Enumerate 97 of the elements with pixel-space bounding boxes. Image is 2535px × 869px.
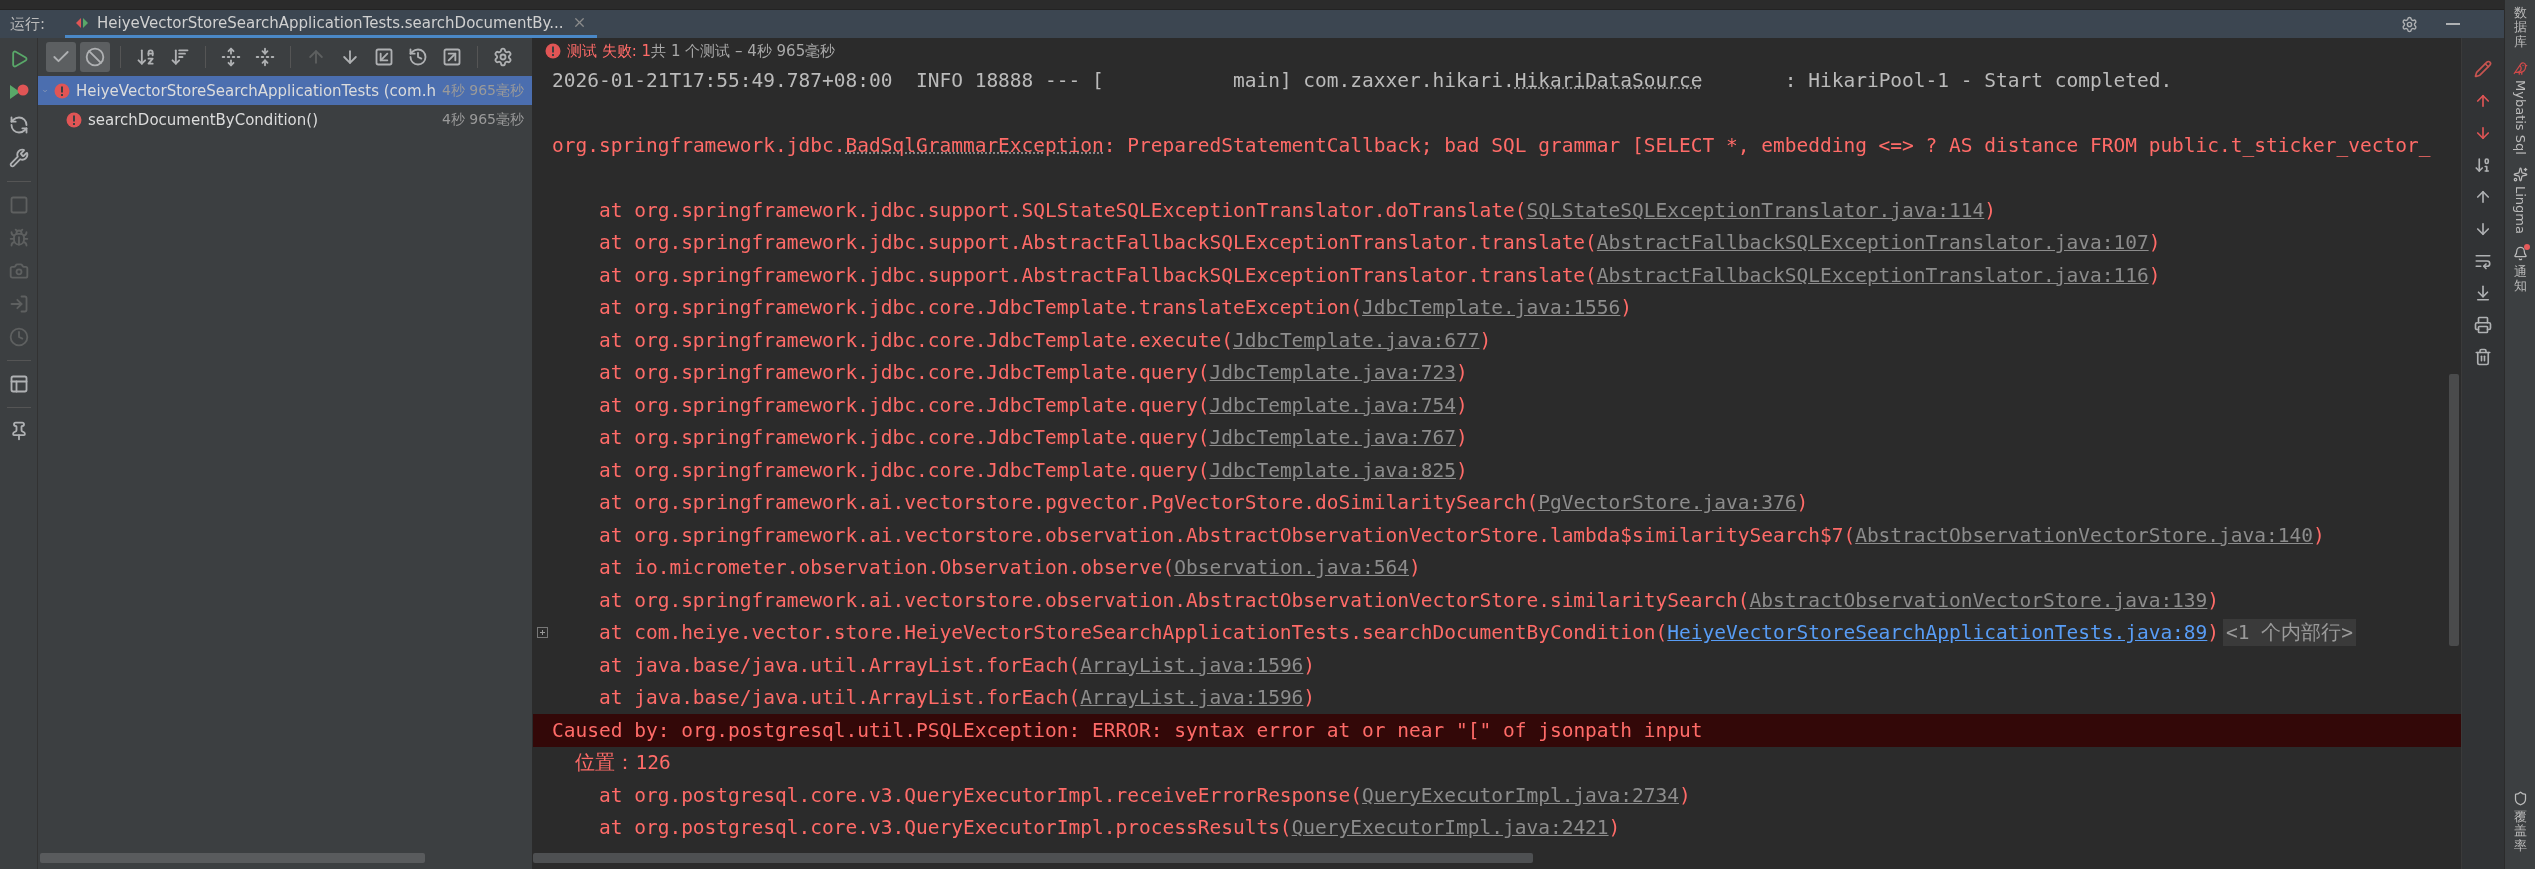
stack-frame: at org.postgresql.core.v3.QueryExecutorImpl.processResults(QueryExecutorImpl.java:2421) [598,816,1621,840]
horizontal-scrollbar[interactable] [533,853,1533,863]
tool-window-button[interactable]: 数据库 [2513,0,2527,55]
stop-icon [8,195,29,215]
arrow-down-icon [340,47,360,67]
sort-icon [170,47,190,67]
stack-frame: at org.springframework.ai.vectorstore.observation.AbstractObservationVectorStore.lambda$similaritySearch$7(AbstractObservationVectorStore.java:140) [598,523,2325,547]
test-summary: 共 1 个测试 – 4秒 965毫秒 [651,41,836,61]
expand-icon[interactable] [537,627,548,639]
wrap-icon [2474,252,2492,270]
settings-icon [2401,15,2418,33]
tool-window-button[interactable]: 覆盖率 [2512,785,2528,859]
shield-icon [2512,791,2528,807]
history-icon [408,47,428,67]
layout-icon [8,374,29,394]
printer-icon [2474,316,2492,334]
bell-icon [2512,245,2528,261]
source-link[interactable]: QueryExecutorImpl.java:2734 [1362,783,1680,807]
minimize-icon [2446,23,2460,25]
trash-icon [2474,348,2492,366]
error-position: 位置：126 [575,750,671,777]
stack-frame: at org.springframework.jdbc.core.JdbcTemplate.query(JdbcTemplate.java:754) [598,393,1468,417]
camera-icon [8,261,29,281]
source-link[interactable]: JdbcTemplate.java:1556 [1362,296,1621,320]
tool-window-button[interactable]: 通知 [2512,239,2528,300]
ban-icon [85,47,105,67]
stack-frame: at org.springframework.ai.vectorstore.pgvector.PgVectorStore.doSimilaritySearch(PgVectorStore.java:376) [598,491,1809,515]
sort-alpha-icon [136,47,156,67]
stack-frame: at org.springframework.jdbc.support.SQLStateSQLExceptionTranslator.doTranslate(SQLStateSQLExceptionTranslator.java:114) [598,198,1997,222]
stack-frame: at org.springframework.ai.vectorstore.observation.AbstractObservationVectorStore.similaritySearch(AbstractObservationVectorStore.java:139) [598,588,2220,612]
stack-frame: at org.springframework.jdbc.core.JdbcTemplate.translateException(JdbcTemplate.java:1556) [598,296,1633,320]
stack-frame: at org.springframework.jdbc.core.JdbcTemplate.query(JdbcTemplate.java:825) [598,458,1468,482]
settings-icon [493,47,513,67]
error-icon [54,82,71,99]
error-icon [545,43,561,59]
vertical-scrollbar[interactable] [2449,374,2459,646]
arrow-down-icon [2474,124,2492,142]
source-link[interactable]: AbstractObservationVectorStore.java:140 [1855,523,2313,547]
caused-by-message: Caused by: org.postgresql.util.PSQLException: ERROR: syntax error at or near "[" of jsonpath input [552,718,1703,742]
stack-frame: at com.heiye.vector.store.HeiyeVectorStoreSearchApplicationTests.searchDocumentByCondition(HeiyeVectorStoreSearchApplicationTests.java:89) [598,621,2220,645]
collapsed-lines-note[interactable]: <1 个内部行> [2223,619,2357,647]
source-link[interactable]: JdbcTemplate.java:677 [1232,328,1480,352]
tool-window-button[interactable]: Lingma [2512,160,2528,240]
arrow-down-icon [2474,220,2492,238]
refresh-icon [8,115,29,135]
test-duration: 4秒 965毫秒 [441,81,524,100]
wrench-icon [8,148,29,168]
play-badge-icon [7,82,30,102]
test-run-icon [75,15,90,30]
source-link[interactable]: AbstractFallbackSQLExceptionTranslator.java:116 [1596,263,2149,287]
expand-icon [221,47,241,67]
source-link[interactable]: ArrayList.java:1596 [1080,653,1304,677]
collapse-icon [255,47,275,67]
sort-icon [2474,156,2492,174]
source-link[interactable]: JdbcTemplate.java:767 [1209,426,1456,450]
pencil-icon [2474,60,2492,78]
stack-frame: at org.springframework.jdbc.support.AbstractFallbackSQLExceptionTranslator.translate(AbstractFallbackSQLExceptionTranslator.java:107) [598,231,2161,255]
stack-frame: at org.postgresql.core.v3.QueryExecutorImpl.receiveErrorResponse(QueryExecutorImpl.java:2734) [598,783,1691,807]
error-icon [66,111,82,128]
stack-frame: at org.springframework.jdbc.support.AbstractFallbackSQLExceptionTranslator.translate(AbstractFallbackSQLExceptionTranslator.java:116) [598,263,2161,287]
enter-icon [8,294,29,314]
horizontal-scrollbar[interactable] [40,853,425,863]
tool-window-button[interactable]: Mybatis Sql [2512,54,2528,161]
stack-frame: at org.springframework.jdbc.core.JdbcTemplate.query(JdbcTemplate.java:767) [598,426,1468,450]
source-link[interactable]: Observation.java:564 [1174,556,1410,580]
test-status-failed: 测试 失败: 1 [567,41,652,61]
log-line: 2026-01-21T17:55:49.787+08:00 INFO 18888 --- [ main] com.zaxxer.hikari.HikariDataSource : HikariPool-1 - Start completed. [552,68,2173,92]
source-link[interactable]: ArrayList.java:1596 [1080,686,1304,710]
scroll-end-icon [2474,284,2492,302]
run-label: 运行: [10,14,46,34]
stack-frame: at org.springframework.jdbc.core.JdbcTemplate.query(JdbcTemplate.java:723) [598,361,1468,385]
stack-frame: at java.base/java.util.ArrayList.forEach(ArrayList.java:1596) [598,653,1316,677]
stack-frame: at java.base/java.util.ArrayList.forEach(ArrayList.java:1596) [598,686,1316,710]
import-icon [374,47,394,67]
source-link[interactable]: JdbcTemplate.java:754 [1209,393,1456,417]
test-tree-item[interactable]: HeiyeVectorStoreSearchApplicationTests (com.h 4秒 965毫秒 [38,76,532,105]
export-icon [442,47,462,67]
source-link[interactable]: JdbcTemplate.java:825 [1209,458,1456,482]
ignored-button[interactable] [80,42,110,72]
stack-frame: at io.micrometer.observation.Observation.observe(Observation.java:564) [598,556,1421,580]
test-duration: 4秒 965毫秒 [441,110,524,129]
source-link[interactable]: HeiyeVectorStoreSearchApplicationTests.java:89 [1667,621,2208,645]
source-link[interactable]: JdbcTemplate.java:723 [1209,361,1456,385]
bird-icon [2512,60,2528,76]
stack-frame: at org.springframework.jdbc.core.JdbcTemplate.execute(JdbcTemplate.java:677) [598,328,1492,352]
source-link[interactable]: PgVectorStore.java:376 [1538,491,1797,515]
source-link[interactable]: SQLStateSQLExceptionTranslator.java:114 [1526,198,1985,222]
bug-icon [8,228,29,248]
source-link[interactable]: QueryExecutorImpl.java:2421 [1291,816,1609,840]
test-tree-item[interactable]: searchDocumentByCondition() 4秒 965毫秒 [38,105,532,134]
passed-button[interactable] [46,42,76,72]
source-link[interactable]: AbstractFallbackSQLExceptionTranslator.java:107 [1596,231,2149,255]
arrow-up-icon [306,47,326,67]
source-link[interactable]: AbstractObservationVectorStore.java:139 [1749,588,2208,612]
error-message: org.springframework.jdbc.BadSqlGrammarException: PreparedStatementCallback; bad SQL grammar [SELECT *, embedding <=> ? AS distance FROM public.t_sticker_vector_ [552,133,2431,157]
clock-icon [8,327,29,347]
sparkle-icon [2512,166,2528,182]
